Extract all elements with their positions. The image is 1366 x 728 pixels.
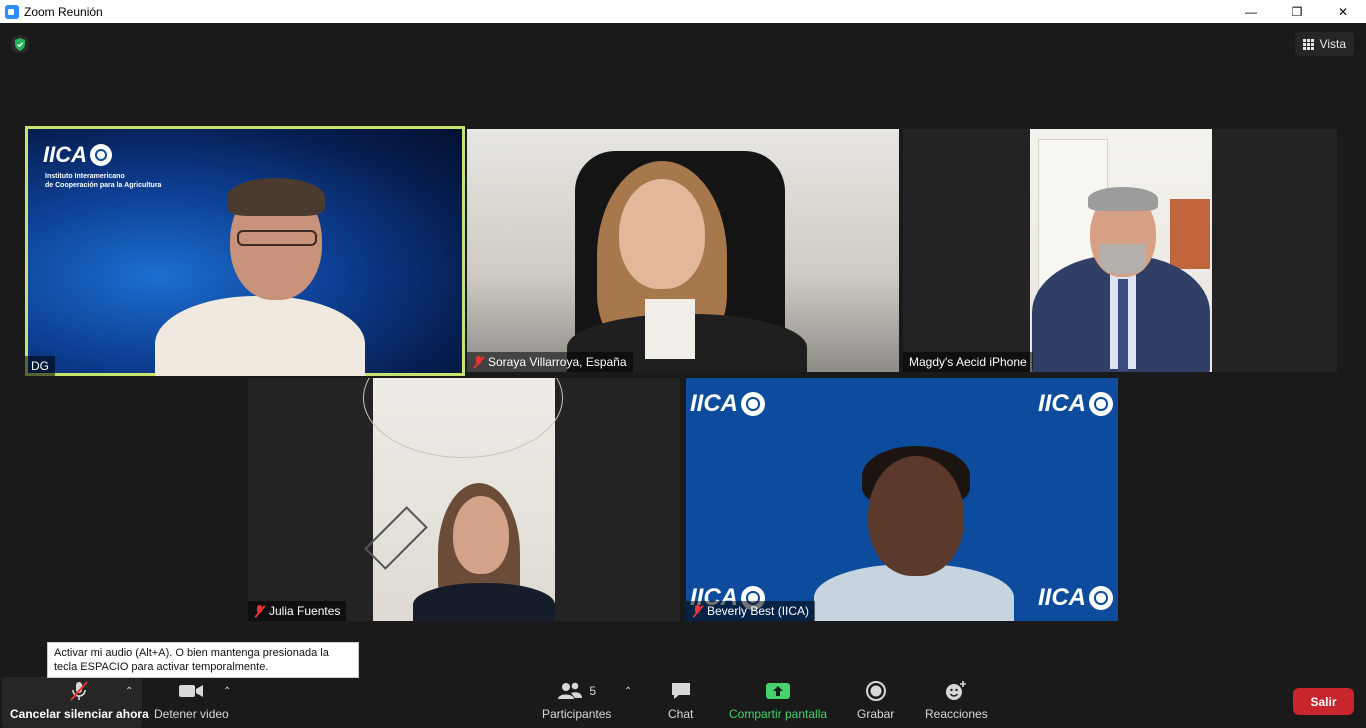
- reactions-label: Reacciones: [925, 707, 988, 721]
- window-controls: — ❐ ✕: [1228, 0, 1366, 23]
- iica-subtitle-line1: Instituto Interamericano: [45, 173, 125, 180]
- iica-globe-icon: [741, 392, 765, 416]
- video-tile-dg[interactable]: IICA Instituto Interamericano de Coopera…: [25, 126, 465, 376]
- title-bar: Zoom Reunión — ❐ ✕: [0, 0, 1366, 23]
- participant-name: Beverly Best (IICA): [686, 601, 816, 621]
- view-button[interactable]: Vista: [1294, 32, 1354, 56]
- participant-hair: [227, 178, 325, 216]
- wall-lamp: [364, 506, 428, 570]
- zoom-app-icon: [5, 4, 19, 19]
- iica-subtitle: Instituto Interamericano de Cooperación …: [45, 172, 161, 190]
- wall-curve: [363, 378, 563, 458]
- tie: [1118, 279, 1128, 371]
- participants-count: 5: [589, 684, 597, 698]
- video-tile-julia[interactable]: Julia Fuentes: [248, 378, 680, 621]
- iica-logo-text: IICA: [690, 390, 738, 417]
- iica-logo-top-left: IICA: [690, 390, 765, 418]
- iica-globe-icon: [1089, 392, 1113, 416]
- chat-bubble-icon: [670, 680, 692, 702]
- iica-globe-icon: [1089, 586, 1113, 610]
- chat-label: Chat: [668, 707, 694, 721]
- audio-options-caret-icon[interactable]: ⌃: [125, 686, 133, 697]
- participant-head: [453, 496, 509, 574]
- glasses: [237, 230, 317, 246]
- minimize-icon[interactable]: —: [1228, 0, 1274, 23]
- view-label: Vista: [1319, 37, 1346, 51]
- participant-head: [868, 456, 964, 576]
- participants-options-caret-icon[interactable]: ⌃: [624, 686, 632, 697]
- reactions-button[interactable]: Reacciones: [925, 680, 988, 721]
- participant-name: Soraya Villarroya, España: [467, 352, 633, 372]
- iica-logo-text: IICA: [43, 142, 87, 167]
- participant-name-text: DG: [31, 359, 49, 373]
- grid-icon: [1302, 38, 1314, 50]
- iica-logo: IICA: [43, 142, 112, 168]
- share-screen-label: Compartir pantalla: [729, 707, 828, 721]
- muted-microphone-icon: [68, 680, 90, 702]
- muted-mic-icon: [692, 604, 703, 618]
- add-reaction-icon: [944, 680, 968, 702]
- participants-label: Participantes: [542, 707, 612, 721]
- shirt-collar: [645, 299, 695, 359]
- record-icon: [865, 680, 887, 702]
- beard: [1100, 244, 1146, 274]
- participant-name: Magdy's Aecid iPhone: [903, 352, 1033, 372]
- iica-logo-top-right: IICA: [1038, 390, 1113, 418]
- iica-logo-text: IICA: [1038, 390, 1086, 417]
- video-tile-beverly[interactable]: IICA IICA IICA IICA Beverly Best (IICA): [686, 378, 1118, 621]
- wall-painting: [1170, 199, 1210, 269]
- video-frame: [363, 378, 563, 621]
- video-tile-magdy[interactable]: Magdy's Aecid iPhone: [903, 129, 1337, 372]
- record-button[interactable]: Grabar: [857, 680, 894, 721]
- unmute-tooltip: Activar mi audio (Alt+A). O bien manteng…: [47, 642, 359, 678]
- stop-video-label: Detener video: [154, 707, 229, 721]
- share-screen-button[interactable]: Compartir pantalla: [729, 680, 827, 721]
- video-options-caret-icon[interactable]: ⌃: [223, 686, 231, 697]
- stop-video-button[interactable]: Detener video: [154, 680, 229, 721]
- participant-name-text: Soraya Villarroya, España: [488, 355, 627, 369]
- iica-subtitle-line2: de Cooperación para la Agricultura: [45, 182, 162, 189]
- muted-mic-icon: [473, 355, 484, 369]
- record-label: Grabar: [857, 707, 895, 721]
- window-title: Zoom Reunión: [24, 4, 103, 19]
- participant-head: [619, 179, 705, 289]
- participant-name-text: Magdy's Aecid iPhone: [909, 355, 1027, 369]
- participant-hair: [1088, 187, 1158, 211]
- participant-name-text: Julia Fuentes: [269, 604, 341, 618]
- unmute-label: Cancelar silenciar ahora: [10, 707, 149, 721]
- leave-meeting-button[interactable]: Salir: [1293, 688, 1354, 715]
- iica-logo-bottom-right: IICA: [1038, 584, 1113, 612]
- close-icon[interactable]: ✕: [1320, 0, 1366, 23]
- chat-button[interactable]: Chat: [668, 680, 693, 721]
- participant-body: [413, 583, 555, 621]
- share-screen-icon: [765, 680, 791, 702]
- muted-mic-icon: [254, 604, 265, 618]
- video-camera-icon: [178, 680, 204, 702]
- participants-button[interactable]: 5 Participantes: [542, 680, 611, 721]
- video-frame: [1030, 129, 1212, 372]
- participants-icon: 5: [557, 680, 596, 702]
- participant-name-text: Beverly Best (IICA): [707, 604, 810, 618]
- iica-globe-icon: [90, 144, 112, 166]
- participant-body: [155, 296, 365, 376]
- participant-name: Julia Fuentes: [248, 601, 347, 621]
- iica-logo-text: IICA: [1038, 584, 1086, 611]
- security-shield-icon[interactable]: [11, 35, 29, 53]
- participant-name: DG: [25, 356, 55, 376]
- restore-icon[interactable]: ❐: [1274, 0, 1320, 23]
- video-tile-soraya[interactable]: Soraya Villarroya, España: [467, 129, 899, 372]
